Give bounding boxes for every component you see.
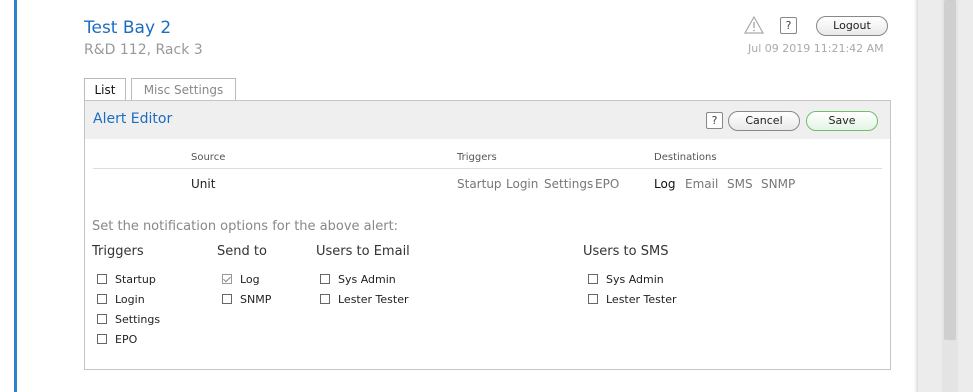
- option-label: Startup: [115, 272, 156, 286]
- sms-user-lester-tester-checkbox[interactable]: [588, 294, 598, 304]
- email-user-sys-admin-checkbox[interactable]: [320, 274, 330, 284]
- sms-user-sys-admin-option[interactable]: Sys Admin: [588, 272, 664, 286]
- alert-editor-panel: Alert Editor ? Cancel Save Source Trigge…: [84, 100, 891, 370]
- help-icon[interactable]: ?: [706, 112, 723, 129]
- alert-source-cell[interactable]: Unit: [191, 177, 215, 191]
- send-to-heading: Send to: [217, 244, 267, 259]
- warning-icon[interactable]: [744, 16, 764, 34]
- help-icon[interactable]: ?: [780, 17, 797, 34]
- row-destination-sms[interactable]: SMS: [727, 177, 753, 191]
- page-title: Test Bay 2: [84, 18, 172, 38]
- sms-user-lester-tester-option[interactable]: Lester Tester: [588, 292, 677, 306]
- option-label: Lester Tester: [606, 292, 677, 306]
- trigger-login-checkbox[interactable]: [97, 294, 107, 304]
- panel-title: Alert Editor: [93, 111, 173, 127]
- row-trigger-epo[interactable]: EPO: [595, 177, 619, 191]
- trigger-settings-option[interactable]: Settings: [97, 312, 160, 326]
- send-to-log-option[interactable]: Log: [222, 272, 260, 286]
- panel-header: Alert Editor ? Cancel Save: [85, 101, 890, 139]
- option-label: Lester Tester: [338, 292, 409, 306]
- send-to-snmp-checkbox[interactable]: [222, 294, 232, 304]
- trigger-startup-checkbox[interactable]: [97, 274, 107, 284]
- row-destination-log[interactable]: Log: [654, 177, 675, 191]
- send-to-snmp-option[interactable]: SNMP: [222, 292, 271, 306]
- scrollbar-thumb[interactable]: [944, 0, 956, 340]
- row-trigger-settings[interactable]: Settings: [544, 177, 593, 191]
- logout-button[interactable]: Logout: [816, 16, 888, 36]
- left-window-frame: [14, 0, 17, 392]
- tab-misc-settings[interactable]: Misc Settings: [131, 78, 236, 101]
- column-header-destinations: Destinations: [654, 152, 717, 163]
- row-trigger-login[interactable]: Login: [506, 177, 538, 191]
- column-header-source: Source: [191, 152, 226, 163]
- row-destination-email[interactable]: Email: [685, 177, 718, 191]
- send-to-log-checkbox[interactable]: [222, 274, 232, 284]
- option-label: Sys Admin: [606, 272, 664, 286]
- option-label: Log: [240, 272, 260, 286]
- option-label: Settings: [115, 312, 161, 326]
- row-destination-snmp[interactable]: SNMP: [761, 177, 795, 191]
- column-header-triggers: Triggers: [457, 152, 497, 163]
- timestamp: Jul 09 2019 11:21:42 AM: [748, 42, 884, 55]
- instructions-text: Set the notification options for the abo…: [92, 219, 399, 234]
- tab-list[interactable]: List: [84, 78, 126, 101]
- option-label: Sys Admin: [338, 272, 396, 286]
- row-trigger-startup[interactable]: Startup: [457, 177, 502, 191]
- page-subtitle: R&D 112, Rack 3: [84, 42, 203, 58]
- trigger-login-option[interactable]: Login: [97, 292, 145, 306]
- option-label: SNMP: [240, 292, 272, 306]
- triggers-heading: Triggers: [92, 244, 144, 259]
- email-user-lester-tester-option[interactable]: Lester Tester: [320, 292, 409, 306]
- trigger-epo-option[interactable]: EPO: [97, 332, 137, 346]
- save-button[interactable]: Save: [806, 111, 878, 131]
- trigger-startup-option[interactable]: Startup: [97, 272, 156, 286]
- email-user-lester-tester-checkbox[interactable]: [320, 294, 330, 304]
- trigger-settings-checkbox[interactable]: [97, 314, 107, 324]
- users-to-sms-heading: Users to SMS: [583, 244, 669, 259]
- sms-user-sys-admin-checkbox[interactable]: [588, 274, 598, 284]
- users-to-email-heading: Users to Email: [316, 244, 410, 259]
- option-label: Login: [115, 292, 145, 306]
- email-user-sys-admin-option[interactable]: Sys Admin: [320, 272, 396, 286]
- cancel-button[interactable]: Cancel: [728, 111, 800, 131]
- option-label: EPO: [115, 332, 138, 346]
- trigger-epo-checkbox[interactable]: [97, 334, 107, 344]
- table-divider: [93, 168, 882, 169]
